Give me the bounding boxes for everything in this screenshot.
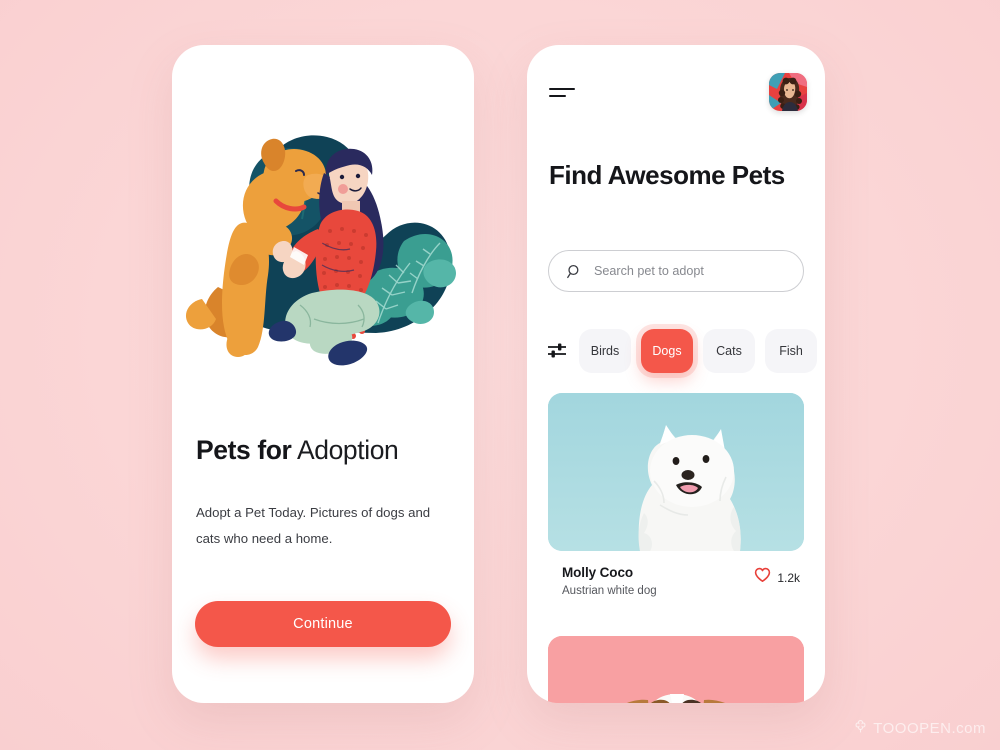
pet-breed: Austrian white dog — [562, 585, 657, 597]
watermark-text: TOOOPEN.com — [873, 720, 986, 737]
sliders-icon[interactable] — [547, 341, 567, 361]
pet-photo — [548, 393, 804, 551]
category-chip-cats[interactable]: Cats — [703, 329, 755, 373]
clover-icon — [853, 719, 868, 738]
category-filter-row: Birds Dogs Cats Fish — [544, 321, 825, 381]
browse-heading: Find Awesome Pets — [549, 160, 785, 190]
page-title-bold: Pets for — [196, 435, 292, 465]
search-icon — [567, 264, 582, 279]
hamburger-menu-icon[interactable] — [549, 88, 575, 100]
watermark: TOOOPEN.com — [853, 719, 986, 738]
search-input[interactable] — [594, 264, 784, 278]
hamburger-line-top — [549, 88, 575, 90]
pet-card[interactable]: Molly Coco Austrian white dog 1.2k — [548, 393, 804, 597]
page-subtitle: Adopt a Pet Today. Pictures of dogs and … — [196, 505, 431, 546]
pet-card[interactable] — [548, 636, 804, 703]
onboarding-phone-mockup: Pets for Adoption Adopt a Pet Today. Pic… — [172, 45, 474, 703]
pet-name: Molly Coco — [562, 565, 634, 580]
browse-phone-mockup: Find Awesome Pets Birds Dogs Cats Fish — [527, 45, 825, 703]
hamburger-line-bottom — [549, 95, 566, 97]
category-chip-birds[interactable]: Birds — [579, 329, 631, 373]
heart-icon — [754, 567, 771, 588]
pet-photo — [548, 636, 804, 703]
category-chip-dogs[interactable]: Dogs — [641, 329, 693, 373]
category-chip-fish[interactable]: Fish — [765, 329, 817, 373]
like-button[interactable]: 1.2k — [754, 565, 800, 588]
page-title-light: Adoption — [296, 435, 399, 465]
search-bar[interactable] — [548, 250, 804, 292]
continue-button[interactable]: Continue — [195, 601, 451, 647]
like-count: 1.2k — [777, 570, 800, 585]
adoption-illustration — [172, 123, 474, 378]
pet-meta: Molly Coco Austrian white dog 1.2k — [548, 551, 804, 597]
page-title: Pets for Adoption — [196, 435, 456, 465]
avatar[interactable] — [769, 73, 807, 111]
